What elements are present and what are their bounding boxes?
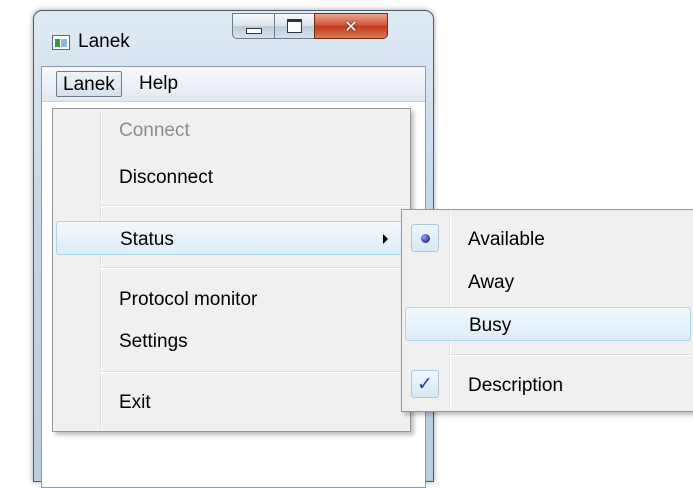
menu-item-disconnect[interactable]: Disconnect [56,160,407,194]
submenu-item-away[interactable]: Away [405,265,691,299]
menu-item-label: Busy [469,315,512,336]
menu-item-label: Description [468,375,564,396]
menu-item-connect[interactable]: Connect [56,113,407,147]
menu-item-label: Available [468,229,545,250]
radio-indicator [411,224,439,252]
menu-item-label: Status [120,229,174,250]
maximize-icon [287,19,302,33]
menu-separator [100,371,407,373]
title-bar[interactable]: Lanek ✕ [34,11,433,59]
menu-item-settings[interactable]: Settings [56,324,407,358]
menu-separator [100,267,407,269]
menu-lanek[interactable]: Lanek [56,71,122,97]
submenu-item-available[interactable]: Available [405,222,691,256]
radio-bullet-icon [421,234,430,243]
close-button[interactable]: ✕ [314,13,388,39]
menu-item-label: Settings [119,331,188,352]
lanek-dropdown-menu: Connect Disconnect Status Protocol monit… [52,108,411,432]
menu-item-label: Protocol monitor [119,289,258,310]
menu-item-label: Away [468,272,515,293]
menu-item-status[interactable]: Status [56,221,407,255]
menu-separator [100,205,407,207]
close-icon: ✕ [344,16,358,36]
menu-item-protocol-monitor[interactable]: Protocol monitor [56,282,407,316]
maximize-button[interactable] [274,13,315,39]
checkmark-icon: ✓ [417,373,433,395]
app-icon[interactable] [52,35,70,50]
menu-separator [449,354,691,356]
submenu-item-busy[interactable]: Busy [405,307,691,341]
menu-item-exit[interactable]: Exit [56,385,407,419]
menu-bar: Lanek Help [42,67,425,102]
window-title: Lanek [78,31,130,52]
menu-item-label: Exit [119,392,151,413]
submenu-item-description[interactable]: ✓ Description [405,368,691,402]
minimize-icon [245,27,262,34]
menu-item-label: Disconnect [119,167,213,188]
minimize-button[interactable] [232,13,275,39]
menu-help[interactable]: Help [133,71,184,97]
menu-gutter-divider [100,111,101,429]
submenu-arrow-icon [383,234,388,244]
check-indicator: ✓ [411,370,439,398]
status-submenu: Available Away Busy ✓ Description [401,209,693,412]
menu-item-label: Connect [119,120,190,141]
